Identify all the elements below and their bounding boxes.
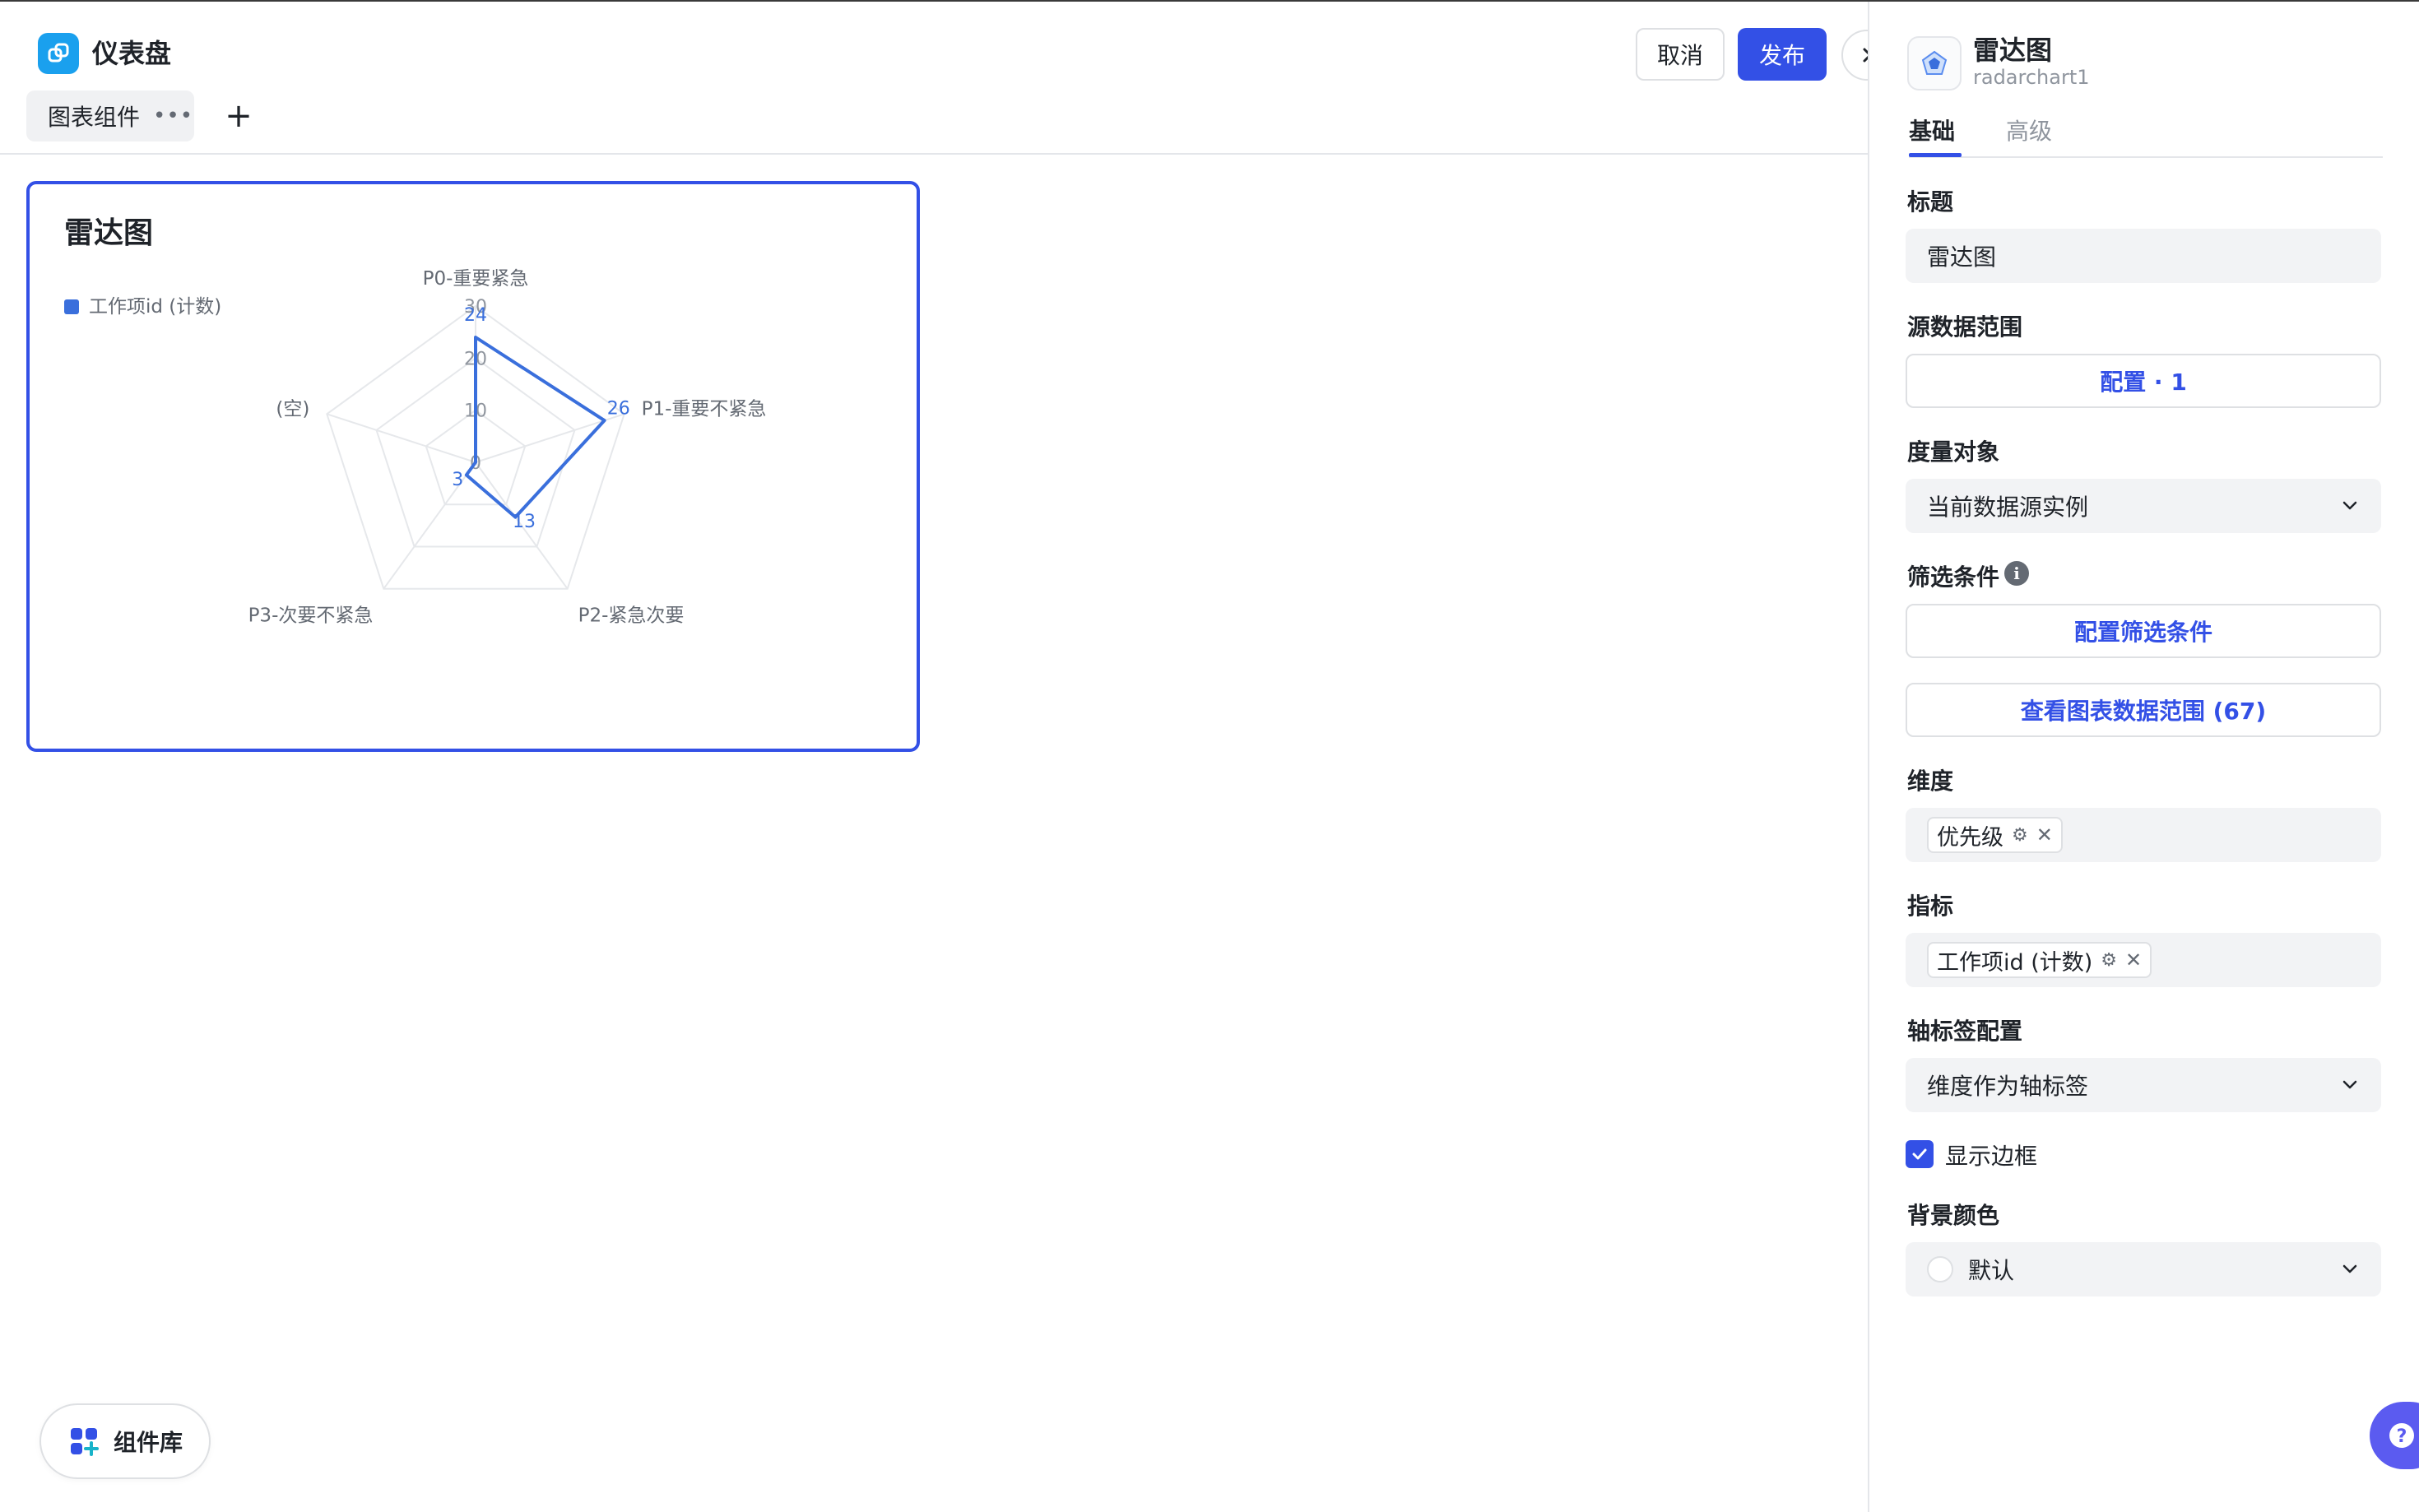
radar-data-label: 3 (452, 470, 463, 490)
dimension-tag-label: 优先级 (1937, 824, 2003, 851)
svg-text:?: ? (2397, 1426, 2407, 1447)
show-border-label[interactable]: 显示边框 (1945, 1139, 2037, 1171)
axis-label-config-label: 轴标签配置 (1907, 1018, 2023, 1045)
checkmark-icon (1912, 1148, 1927, 1160)
component-library-label: 组件库 (114, 1429, 183, 1456)
dashboard-logo-icon (38, 33, 79, 74)
background-color-select[interactable]: 默认 (1906, 1242, 2381, 1296)
radar-data-label: 24 (464, 305, 487, 326)
background-color-value: 默认 (1968, 1257, 2015, 1284)
radar-indicator-label: (空) (276, 398, 309, 420)
gear-icon[interactable]: ⚙ (2101, 950, 2117, 971)
chevron-down-icon (2342, 1264, 2357, 1273)
component-library-button[interactable]: 组件库 (39, 1403, 211, 1479)
view-data-range-button[interactable]: 查看图表数据范围 (67) (1906, 683, 2381, 737)
publish-button[interactable]: 发布 (1738, 28, 1827, 81)
dimension-field[interactable]: 优先级 ⚙ ✕ (1906, 808, 2381, 862)
radar-indicator-label: P3-次要不紧急 (248, 605, 374, 627)
radar-chart: 工作项id (计数) 0102030 2426133 P0-重要紧急P1-重要不… (64, 268, 767, 627)
help-icon: ? (2389, 1423, 2414, 1448)
measure-object-value: 当前数据源实例 (1927, 494, 2089, 521)
active-tab-indicator (1909, 153, 1962, 157)
component-library-icon (71, 1428, 99, 1456)
close-icon[interactable]: ✕ (2036, 823, 2053, 846)
close-icon[interactable]: ✕ (2125, 948, 2142, 972)
panel-component-id: radarchart1 (1973, 66, 2090, 89)
title-input[interactable]: 雷达图 (1906, 229, 2381, 283)
radar-data-label: 13 (513, 512, 536, 532)
background-color-label: 背景颜色 (1907, 1202, 2000, 1229)
axis-label-select[interactable]: 维度作为轴标签 (1906, 1058, 2381, 1112)
tab-chart-components[interactable]: 图表组件 ••• (26, 90, 194, 141)
show-border-checkbox[interactable] (1906, 1140, 1934, 1168)
measure-object-select[interactable]: 当前数据源实例 (1906, 479, 2381, 533)
dimension-tag[interactable]: 优先级 ⚙ ✕ (1927, 817, 2063, 853)
metric-label: 指标 (1907, 893, 1954, 920)
radar-indicator-label: P0-重要紧急 (423, 268, 529, 290)
cancel-button[interactable]: 取消 (1636, 28, 1725, 81)
panel-title: 雷达图 (1973, 35, 2053, 66)
info-icon[interactable]: i (2004, 561, 2029, 586)
gear-icon[interactable]: ⚙ (2012, 825, 2028, 846)
configure-filter-button[interactable]: 配置筛选条件 (1906, 604, 2381, 658)
configure-source-button[interactable]: 配置 · 1 (1906, 354, 2381, 408)
tab-basic[interactable]: 基础 (1909, 114, 1955, 146)
more-icon[interactable]: ••• (153, 104, 193, 128)
axis-label-value: 维度作为轴标签 (1927, 1073, 2089, 1100)
measure-object-label: 度量对象 (1907, 438, 2000, 466)
tab-advanced[interactable]: 高级 (2006, 114, 2052, 146)
radar-chart-icon (1907, 36, 1962, 90)
radar-axis-line (326, 413, 476, 463)
add-tab-button[interactable]: + (222, 94, 255, 138)
legend-label: 工作项id (计数) (89, 296, 221, 318)
legend-swatch (64, 299, 79, 314)
title-field-label: 标题 (1907, 188, 1954, 216)
metric-tag-label: 工作项id (计数) (1937, 949, 2093, 976)
panel-tabs: 基础 高级 (1909, 105, 2383, 158)
radar-data-label: 26 (607, 399, 630, 420)
dimension-label: 维度 (1907, 768, 1954, 795)
radar-chart-card[interactable]: 雷达图 工作项id (计数) 0 10 20 30 24 26 13 3 P0-重要紧急 P1… (26, 181, 920, 752)
source-range-label: 源数据范围 (1907, 313, 2023, 341)
color-swatch (1927, 1256, 1953, 1282)
tab-label: 图表组件 (48, 104, 141, 131)
metric-tag[interactable]: 工作项id (计数) ⚙ ✕ (1927, 942, 2152, 978)
dashboard-header: 仪表盘 图表组件 ••• + 取消 发布 (0, 2, 1892, 155)
radar-indicator-label: P2-紧急次要 (578, 605, 685, 627)
metric-field[interactable]: 工作项id (计数) ⚙ ✕ (1906, 933, 2381, 987)
filter-label: 筛选条件 (1907, 564, 2000, 591)
page-title: 仪表盘 (92, 38, 172, 69)
radar-indicator-label: P1-重要不紧急 (642, 398, 767, 420)
chevron-down-icon (2342, 1080, 2357, 1089)
chevron-down-icon (2342, 501, 2357, 510)
